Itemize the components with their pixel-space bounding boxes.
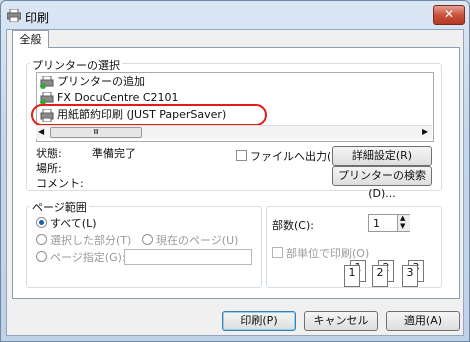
comment-label: コメント: [36, 177, 84, 190]
collate-page: 2 [372, 265, 388, 287]
add-printer-icon [40, 76, 54, 89]
range-current-page-radio[interactable] [142, 234, 153, 245]
horizontal-scrollbar[interactable]: ◀ Ⅲ ▶ [36, 125, 432, 139]
collate-illustration: 1 1 2 2 3 3 [342, 258, 432, 287]
printer-list-item-add[interactable]: プリンターの追加 [37, 74, 419, 90]
range-all-label[interactable]: すべて(L) [50, 215, 97, 231]
print-button[interactable]: 印刷(P) [222, 311, 296, 331]
range-selection-label[interactable]: 選択した部分(T) [50, 232, 131, 248]
tab-general[interactable]: 全般 [12, 30, 49, 48]
close-button[interactable]: ✕ [433, 5, 465, 25]
print-to-file-checkbox[interactable] [236, 150, 247, 161]
spin-down-icon[interactable]: ▼ [400, 222, 405, 230]
status-label: 状態: [36, 147, 62, 160]
printer-icon [7, 9, 21, 22]
selection-highlight-oval [31, 104, 267, 126]
range-pages-radio[interactable] [36, 251, 47, 262]
printer-list-item-label: プリンターの追加 [57, 75, 145, 88]
page-range-group-label: ページ範囲 [30, 199, 89, 215]
details-button[interactable]: 詳細設定(R) [332, 146, 432, 166]
window-title: 印刷 [25, 11, 50, 25]
range-all-radio[interactable] [36, 217, 47, 228]
print-to-file-label[interactable]: ファイルへ出力(F) [250, 148, 342, 164]
spin-up-icon[interactable]: ▲ [400, 214, 405, 222]
scroll-thumb[interactable]: Ⅲ [50, 127, 142, 138]
collate-page: 1 [344, 265, 360, 287]
copies-spinner[interactable]: 1 ▲ ▼ [368, 214, 410, 232]
apply-button[interactable]: 適用(A) [386, 311, 460, 331]
spin-buttons[interactable]: ▲ ▼ [397, 214, 410, 231]
title-bar[interactable]: 印刷 ✕ [1, 1, 469, 29]
find-printer-button[interactable]: プリンターの検索(D)... [332, 166, 432, 200]
collate-page: 3 [402, 265, 418, 287]
scroll-left-arrow-icon[interactable]: ◀ [38, 126, 44, 138]
copies-value: 1 [373, 217, 380, 230]
range-pages-label[interactable]: ページ指定(G): [50, 249, 126, 265]
cancel-button[interactable]: キャンセル [304, 311, 378, 331]
printer-select-group-label: プリンターの選択 [30, 57, 122, 73]
range-current-page-label[interactable]: 現在のページ(U) [156, 232, 238, 248]
pages-input[interactable] [124, 249, 252, 265]
range-selection-radio[interactable] [36, 234, 47, 245]
copies-label: 部数(C): [272, 219, 314, 232]
location-label: 場所: [36, 162, 62, 175]
scroll-right-arrow-icon[interactable]: ▶ [422, 126, 428, 138]
status-value: 準備完了 [92, 147, 136, 160]
collate-checkbox[interactable] [272, 247, 283, 258]
